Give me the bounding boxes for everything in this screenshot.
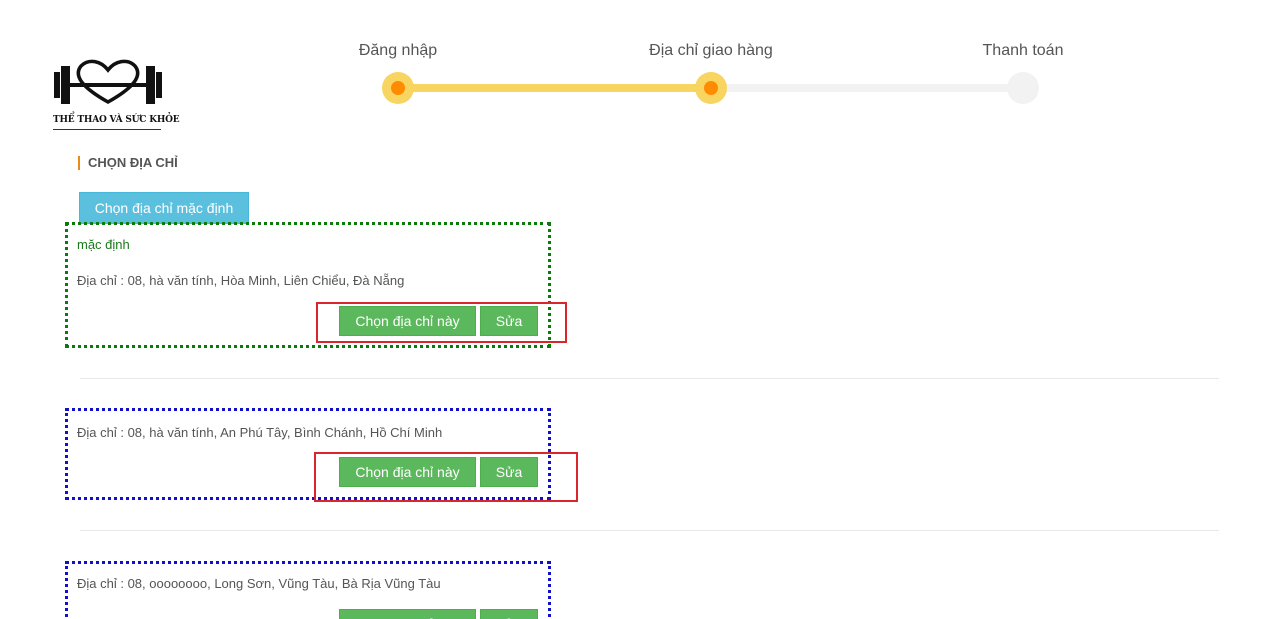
choose-address-button[interactable]: Chọn địa chỉ này <box>339 609 476 619</box>
step-label-login: Đăng nhập <box>358 42 438 59</box>
edit-address-button[interactable]: Sửa <box>480 457 538 487</box>
brand-logo[interactable]: THỂ THAO VÀ SỨC KHỎE <box>53 58 180 133</box>
edit-address-button[interactable]: Sửa <box>480 306 538 336</box>
address-card: Địa chỉ : 08, oooooooo, Long Sơn, Vũng T… <box>65 561 551 619</box>
step-label-shipping-address: Địa chỉ giao hàng <box>649 42 773 59</box>
edit-address-button[interactable]: Sửa <box>480 609 538 619</box>
address-text: Địa chỉ : 08, hà văn tính, An Phú Tây, B… <box>77 425 443 440</box>
step-label-payment: Thanh toán <box>982 42 1064 59</box>
logo-underline <box>53 129 161 130</box>
progress-track-fill <box>398 84 711 92</box>
address-text: Địa chỉ : 08, hà văn tính, Hòa Minh, Liê… <box>77 273 405 288</box>
divider <box>80 378 1219 379</box>
step-dot-shipping-address <box>695 72 727 104</box>
choose-address-button[interactable]: Chọn địa chỉ này <box>339 306 476 336</box>
default-tag: mặc định <box>77 237 130 252</box>
choose-address-button[interactable]: Chọn địa chỉ này <box>339 457 476 487</box>
divider <box>80 530 1219 531</box>
section-title: CHỌN ĐỊA CHỈ <box>78 156 178 170</box>
address-text: Địa chỉ : 08, oooooooo, Long Sơn, Vũng T… <box>77 576 441 591</box>
step-dot-login <box>382 72 414 104</box>
logo-text: THỂ THAO VÀ SỨC KHỎE <box>53 115 180 125</box>
choose-default-address-button[interactable]: Chọn địa chỉ mặc định <box>79 192 249 224</box>
dumbbell-heart-icon <box>54 59 162 105</box>
step-dot-payment <box>1007 72 1039 104</box>
